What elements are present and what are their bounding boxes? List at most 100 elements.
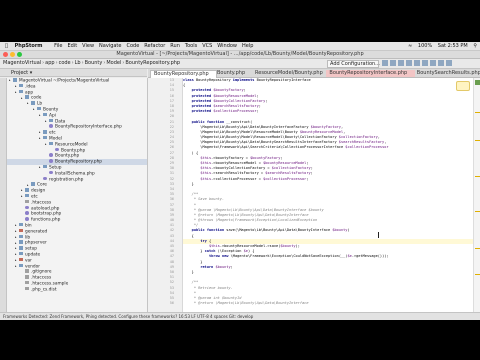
folder-icon — [19, 222, 23, 227]
tree-node-label: .php_cs.dist — [31, 286, 57, 292]
breadcrumb-separator: › — [71, 60, 74, 66]
wifi-icon[interactable]: ≈ — [408, 43, 412, 49]
tree-node-label: lib — [25, 234, 31, 240]
warning-marker[interactable] — [475, 112, 480, 113]
inspection-status-icon[interactable] — [475, 80, 480, 85]
clock-label[interactable]: Sat 2:53 PM — [438, 43, 468, 49]
search-icon[interactable]: ⚲ — [473, 43, 477, 49]
editor-tab[interactable]: BountyRepository.php — [150, 70, 217, 78]
tree-node-label: Lb — [37, 101, 43, 107]
warning-marker[interactable] — [475, 211, 480, 212]
tree-node-label: .htaccess — [31, 275, 52, 281]
menu-item-run[interactable]: Run — [170, 43, 180, 49]
breadcrumb-item[interactable]: app — [45, 60, 54, 66]
window-title: MagentoVirtual - [~/Projects/MagentoVirt… — [116, 51, 364, 57]
menu-bar:  PhpStorm File Edit View Navigate Code Refac… — [0, 42, 480, 51]
menu-item-code[interactable]: Code — [126, 43, 139, 49]
breadcrumb-item[interactable]: MagentoVirtual — [3, 60, 41, 66]
tree-node-label: autoload.php — [31, 205, 60, 211]
tree-node-label: BountyRepositoryInterface.php — [55, 124, 122, 130]
warning-marker[interactable] — [475, 274, 480, 275]
editor-tab-label: BountyRepository.php — [154, 71, 209, 77]
tree-node-label: BountyRepository.php — [55, 159, 103, 165]
tree-node-label: setup — [25, 246, 38, 252]
breadcrumb-item[interactable]: Lb — [75, 60, 81, 66]
tree-node-label: Data — [55, 118, 66, 124]
error-stripe[interactable] — [473, 78, 480, 312]
folder-icon — [49, 118, 53, 123]
code-line[interactable]: * @return \Magento\Lb\Bounty\Api\Data\Bo… — [183, 301, 473, 306]
warning-marker[interactable] — [475, 176, 480, 177]
folder-icon — [49, 141, 53, 146]
structure-icon[interactable] — [438, 59, 444, 66]
menu-item-refactor[interactable]: Refactor — [144, 43, 165, 49]
menu-item-help[interactable]: Help — [242, 43, 253, 49]
tree-node-label: bin — [25, 223, 32, 229]
zoom-window-button[interactable] — [17, 52, 22, 57]
warning-marker[interactable] — [475, 248, 480, 249]
tree-node-label: etc — [31, 194, 38, 200]
php-file-icon — [49, 159, 53, 163]
folder-icon — [37, 106, 41, 111]
tree-node-label: bootstrap.php — [31, 211, 62, 217]
breadcrumb-separator: › — [55, 60, 58, 66]
folder-icon — [31, 101, 35, 105]
menu-app[interactable]: PhpStorm — [15, 43, 43, 49]
folder-icon — [43, 135, 47, 140]
code-editor[interactable]: class BountyRepository implements Bounty… — [183, 78, 473, 312]
project-panel-title[interactable]: Project — [11, 70, 28, 76]
editor-tab[interactable]: ResourceModel/Bounty.php — [252, 70, 327, 77]
editor-tab[interactable]: Bounty.php — [214, 70, 253, 77]
menu-item-tools[interactable]: Tools — [185, 43, 197, 49]
project-tree: ▸ MagentoVirtual ~/Projects/MagentoVirtua… — [7, 78, 148, 312]
settings-icon[interactable] — [430, 59, 436, 66]
tree-node-label: InstallSchema.php — [55, 171, 95, 176]
vcs-commit-icon[interactable] — [414, 59, 420, 66]
file-icon — [25, 199, 29, 204]
project-panel-header[interactable]: Project ▾ — [0, 69, 147, 77]
editor-tab[interactable]: BountyRepositoryInterface.php — [326, 70, 415, 77]
php-file-icon — [49, 170, 53, 175]
folder-icon — [19, 251, 23, 256]
menu-item-view[interactable]: View — [82, 43, 94, 49]
tree-node[interactable]: .php_cs.dist — [7, 286, 147, 293]
editor-tabs: BountyRepository.php Bounty.php ResourceMo… — [148, 69, 480, 78]
file-icon — [25, 280, 29, 285]
search-everywhere-icon[interactable] — [446, 59, 452, 66]
tree-node-label: registration.php — [49, 176, 84, 182]
line-number: 56 — [169, 301, 174, 306]
tool-window-strip[interactable] — [0, 78, 7, 312]
editor-tab[interactable]: BountySearchResults.php — [414, 70, 480, 77]
breadcrumb-item[interactable]: BountyRepository.php — [125, 60, 180, 66]
inspection-widget[interactable] — [456, 81, 470, 91]
breadcrumb-item[interactable]: Bounty — [85, 60, 103, 66]
mouse-cursor-icon — [378, 232, 382, 238]
window-title-bar: MagentoVirtual - [~/Projects/MagentoVirt… — [0, 51, 480, 59]
history-icon[interactable] — [422, 59, 428, 66]
stop-icon[interactable] — [398, 59, 404, 66]
menu-item-navigate[interactable]: Navigate — [99, 43, 121, 49]
tree-node-label: Bounty — [43, 107, 59, 113]
menu-item-edit[interactable]: Edit — [67, 43, 77, 49]
debug-icon[interactable] — [390, 59, 396, 66]
menu-item-vcs[interactable]: VCS — [202, 43, 212, 49]
breadcrumb-item[interactable]: code — [59, 60, 71, 66]
apple-icon[interactable]:  — [5, 43, 8, 49]
menu-item-window[interactable]: Window — [217, 43, 237, 49]
breadcrumb-item[interactable]: Model — [106, 60, 121, 66]
tree-node-label: MagentoVirtual ~/Projects/MagentoVirtual — [19, 78, 110, 84]
vcs-update-icon[interactable] — [406, 59, 412, 66]
close-window-button[interactable] — [3, 52, 8, 57]
tree-node-label: etc — [49, 130, 56, 136]
run-configuration-dropdown[interactable]: Add Configuration... — [327, 60, 380, 68]
battery-label[interactable]: 100% — [418, 43, 432, 49]
php-file-icon — [25, 205, 29, 210]
line-number-gutter: 13 14 15 16 17 18 19 20 21 22 23 24 25 26 27 28 29 30 31 32… — [148, 78, 183, 312]
run-icon[interactable] — [382, 59, 388, 66]
minimize-window-button[interactable] — [10, 52, 15, 57]
warning-marker[interactable] — [475, 140, 480, 141]
tree-node-label: design — [31, 188, 46, 194]
menu-item-file[interactable]: File — [54, 43, 62, 49]
navigation-toolbar: MagentoVirtual›app›code›Lb›Bounty›Model›… — [0, 59, 480, 69]
breadcrumb-separator: › — [81, 60, 84, 66]
